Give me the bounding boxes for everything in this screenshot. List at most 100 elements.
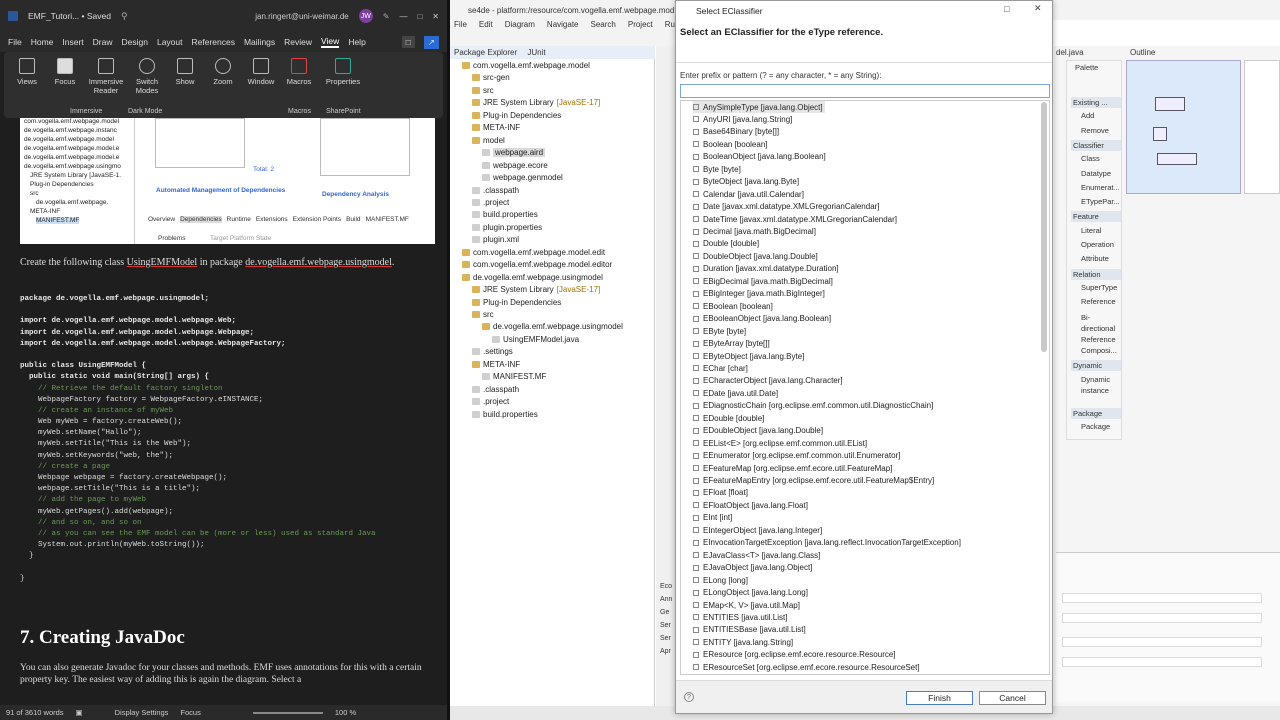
palette-tool[interactable]: SuperType [1081,283,1117,292]
eclassifier-item[interactable]: Date [javax.xml.datatype.XMLGregorianCal… [693,201,880,213]
focus-mode[interactable]: Focus [180,708,200,717]
tree-item[interactable]: de.vogella.emf.webpage.usingmodel [462,273,603,282]
property-field[interactable] [1062,593,1262,603]
palette-group[interactable]: Package [1071,408,1121,420]
eclassifier-item[interactable]: ECharacterObject [java.lang.Character] [693,375,843,387]
eclassifier-item[interactable]: EFloatObject [java.lang.Float] [693,499,808,511]
tree-item[interactable]: src-gen [472,73,510,82]
tab-view[interactable]: View [321,36,340,48]
zoom-level[interactable]: 100 % [335,708,356,717]
eclassifier-item[interactable]: EFloat [float] [693,487,748,499]
zoom-slider[interactable] [252,711,323,714]
tree-item[interactable]: com.vogella.emf.webpage.model.editor [462,260,612,269]
close-icon[interactable]: ✕ [1034,3,1042,14]
eclassifier-item[interactable]: ENTITIESBase [java.util.List] [693,624,806,636]
eclassifier-item[interactable]: EChar [char] [693,362,748,374]
tree-item[interactable]: .project [472,397,509,406]
eclassifier-item[interactable]: ENTITIES [java.util.List] [693,611,787,623]
tree-item[interactable]: plugin.xml [472,235,519,244]
tree-item[interactable]: com.vogella.emf.webpage.model [462,61,590,70]
palette-group[interactable]: Dynamic [1071,359,1121,371]
comment-icon[interactable]: □ [401,36,415,48]
eclassifier-item[interactable]: EMap<K, V> [java.util.Map] [693,599,800,611]
tree-item[interactable]: .settings [472,347,513,356]
tree-item[interactable]: webpage.genmodel [482,173,563,182]
tab-insert[interactable]: Insert [62,37,83,47]
tree-item[interactable]: JRE System Library [JavaSE-17] [472,285,600,294]
eclassifier-item[interactable]: EByteObject [java.lang.Byte] [693,350,804,362]
eclassifier-item[interactable]: EInvocationTargetException [java.lang.re… [693,537,961,549]
palette-tool[interactable]: Class [1081,154,1100,163]
palette-tool[interactable]: Add [1081,111,1094,120]
tree-item[interactable]: model [472,136,505,145]
tab-layout[interactable]: Layout [157,37,183,47]
palette-group[interactable]: Feature [1071,211,1121,223]
search-icon[interactable]: ⚲ [121,11,128,22]
tree-item[interactable]: Plug-in Dependencies [472,298,561,307]
eclassifier-item[interactable]: EIntegerObject [java.lang.Integer] [693,524,822,536]
property-field[interactable] [1062,637,1262,647]
menu-navigate[interactable]: Navigate [547,20,579,34]
eclassifier-item[interactable]: EFeatureMapEntry [org.eclipse.emf.ecore.… [693,475,934,487]
tree-item[interactable]: META-INF [472,360,520,369]
eclassifier-item[interactable]: ENTITY [java.lang.String] [693,636,793,648]
eclassifier-item[interactable]: EEnumerator [org.eclipse.emf.common.util… [693,450,900,462]
palette-tool[interactable]: Remove [1081,126,1109,135]
eclassifier-item[interactable]: EBigDecimal [java.math.BigDecimal] [693,275,833,287]
eclassifier-item[interactable]: ELongObject [java.lang.Long] [693,587,808,599]
palette-tool[interactable]: ETypePar... [1081,197,1120,206]
eclassifier-item[interactable]: EBoolean [boolean] [693,300,773,312]
filter-input[interactable] [680,84,1050,98]
maximize-icon[interactable]: □ [417,12,422,21]
palette-tool[interactable]: Operation [1081,240,1114,249]
palette-tool[interactable]: Package [1081,422,1110,431]
palette-group[interactable]: Relation [1071,268,1121,280]
tree-item[interactable]: JRE System Library [JavaSE-17] [472,98,600,107]
palette-group[interactable]: Classifier [1071,139,1121,151]
eclassifier-item[interactable]: EEList<E> [org.eclipse.emf.common.util.E… [693,437,867,449]
eclassifier-item[interactable]: Decimal [java.math.BigDecimal] [693,226,816,238]
tree-item[interactable]: .project [472,198,509,207]
eclassifier-item[interactable]: Calendar [java.util.Calendar] [693,188,804,200]
tree-item[interactable]: webpage.ecore [482,161,548,170]
palette-tool[interactable]: Enumerat... [1081,183,1120,192]
zoom-button[interactable]: Zoom [204,56,242,118]
list-scrollbar[interactable] [1041,102,1047,352]
help-icon[interactable]: ? [684,692,694,702]
package-explorer-tab[interactable]: Package Explorer [454,48,517,57]
eclassifier-item[interactable]: BooleanObject [java.lang.Boolean] [693,151,826,163]
palette-tool[interactable]: Literal [1081,226,1101,235]
pen-icon[interactable]: ✎ [383,12,390,21]
tab-references[interactable]: References [192,37,235,47]
eclassifier-item[interactable]: EResource [org.eclipse.emf.ecore.resourc… [693,649,896,661]
eclassifier-item[interactable]: EDoubleObject [java.lang.Double] [693,425,823,437]
eclassifier-item[interactable]: Base64Binary [byte[]] [693,126,779,138]
palette-tool[interactable]: Attribute [1081,254,1109,263]
property-field[interactable] [1062,613,1262,623]
menu-diagram[interactable]: Diagram [505,20,535,34]
cancel-button[interactable]: Cancel [979,691,1046,705]
tab-mailings[interactable]: Mailings [244,37,275,47]
share-icon[interactable]: ↗ [423,35,439,49]
eclassifier-item[interactable]: ByteObject [java.lang.Byte] [693,176,799,188]
eclassifier-item[interactable]: EJavaObject [java.lang.Object] [693,562,812,574]
tree-item[interactable]: com.vogella.emf.webpage.model.edit [462,248,605,257]
palette-tool[interactable]: Datatype [1081,169,1111,178]
eclassifier-item[interactable]: AnySimpleType [java.lang.Object] [693,101,825,113]
tab-draw[interactable]: Draw [93,37,113,47]
eclassifier-item[interactable]: EInt [int] [693,512,732,524]
eclassifier-item[interactable]: EDiagnosticChain [org.eclipse.emf.common… [693,400,933,412]
eclassifier-item[interactable]: AnyURI [java.lang.String] [693,113,792,125]
palette-group[interactable]: Existing ... [1071,97,1121,108]
palette-tool[interactable]: Bi-directional Reference [1081,312,1119,345]
tree-item[interactable]: build.properties [472,210,538,219]
tab-help[interactable]: Help [348,37,365,47]
display-settings[interactable]: Display Settings [115,708,169,717]
eclassifier-item[interactable]: EBooleanObject [java.lang.Boolean] [693,313,831,325]
palette-tool[interactable]: Dynamic instance [1081,374,1119,396]
minimize-icon[interactable]: — [399,12,407,21]
tab-design[interactable]: Design [122,37,148,47]
palette-tool[interactable]: Reference [1081,297,1116,306]
menu-search[interactable]: Search [591,20,616,34]
tree-item[interactable]: build.properties [472,410,538,419]
